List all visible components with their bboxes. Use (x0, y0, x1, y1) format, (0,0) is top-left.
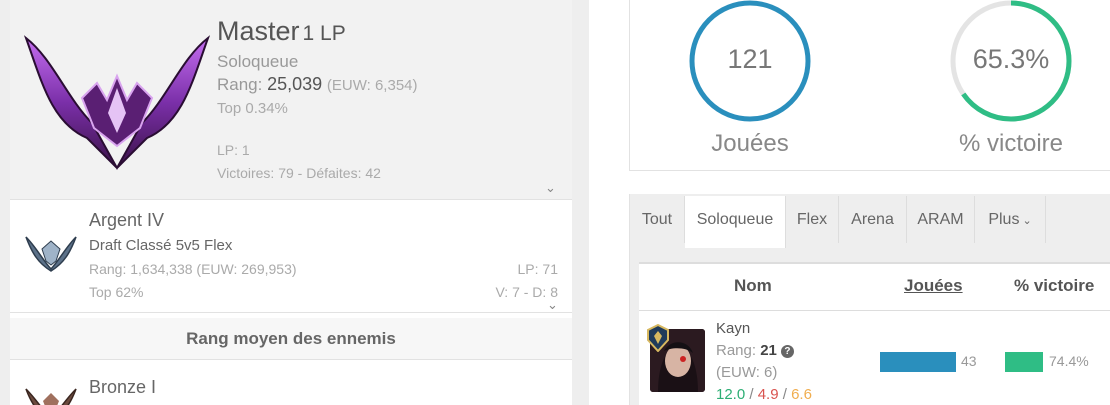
tab-plus-label: Plus (988, 211, 1020, 228)
tab-tout[interactable]: Tout (630, 196, 685, 243)
games-bar-value: 43 (961, 353, 977, 369)
tab-arena[interactable]: Arena (839, 196, 907, 243)
league-points: LP: 71 (517, 261, 558, 277)
tab-plus[interactable]: Plus ⌄ (975, 196, 1046, 243)
winrate-bar (1005, 352, 1043, 372)
champion-kda: 12.0 / 4.9 / 6.6 (716, 386, 812, 403)
rank-position: Rang: 25,039 (EUW: 6,354) (217, 74, 418, 94)
rank-percentile: Top 62% (89, 284, 144, 300)
winrate-label: % victoire (958, 130, 1064, 157)
chevron-down-icon: ⌄ (1022, 215, 1032, 227)
column-header-winrate[interactable]: % victoire (1014, 276, 1094, 296)
winrate-bar-value: 74.4% (1049, 353, 1089, 369)
expand-chevron-icon[interactable]: ⌄ (547, 297, 558, 313)
champion-mastery-badge-icon (647, 324, 669, 352)
champion-rank-euw: (EUW: 6) (716, 364, 778, 381)
queue-name: Soloqueue (217, 52, 299, 71)
league-points: LP: 1 (217, 142, 250, 158)
tab-soloqueue[interactable]: Soloqueue (685, 196, 786, 248)
games-count: 121 (727, 44, 773, 74)
wins-losses: Victoires: 79 - Défaites: 42 (217, 165, 381, 181)
header-divider (639, 310, 1110, 311)
help-icon[interactable]: ? (780, 345, 794, 358)
ranked-flex-card[interactable]: Argent IV Draft Classé 5v5 Flex Rang: 1,… (10, 201, 572, 313)
games-label: Jouées (711, 130, 789, 157)
champion-rank: Rang: 21? (716, 342, 794, 359)
silver-emblem-icon (25, 236, 77, 272)
tab-aram[interactable]: ARAM (907, 196, 975, 243)
master-emblem-icon (23, 35, 211, 171)
average-enemy-rank-header: Rang moyen des ennemis (10, 318, 572, 360)
ranked-panel: Master 1 LP Soloqueue Rang: 25,039 (EUW: … (10, 0, 572, 405)
rank-tier-title: Bronze I (89, 377, 157, 397)
bronze-emblem-icon (25, 388, 77, 405)
champion-name[interactable]: Kayn (716, 320, 750, 337)
column-header-name[interactable]: Nom (734, 276, 772, 296)
queue-name: Draft Classé 5v5 Flex (89, 237, 233, 254)
page: Master 1 LP Soloqueue Rang: 25,039 (EUW: … (0, 0, 1110, 405)
winrate-value: 65.3% (972, 44, 1050, 74)
rank-tier-title: Master 1 LP (217, 16, 346, 46)
summary-stats-card: 121 Jouées 65.3% % victoire (629, 0, 1110, 171)
tab-flex[interactable]: Flex (786, 196, 839, 243)
champion-table: Nom Jouées % victoire Kayn Rang: 21? (EU… (639, 262, 1110, 405)
ranked-solo-card[interactable]: Master 1 LP Soloqueue Rang: 25,039 (EUW: … (10, 0, 572, 200)
rank-position: Rang: 1,634,338 (EUW: 269,953) (89, 261, 297, 277)
expand-chevron-icon[interactable]: ⌄ (545, 180, 556, 196)
games-bar (880, 352, 956, 372)
column-header-games[interactable]: Jouées (904, 276, 963, 296)
rank-tier-title: Argent IV (89, 210, 165, 230)
stats-panel: 121 Jouées 65.3% % victoire Tout Soloque… (589, 0, 1110, 405)
average-enemy-rank-card: Bronze I (10, 361, 572, 405)
rank-percentile: Top 0.34% (217, 100, 288, 117)
